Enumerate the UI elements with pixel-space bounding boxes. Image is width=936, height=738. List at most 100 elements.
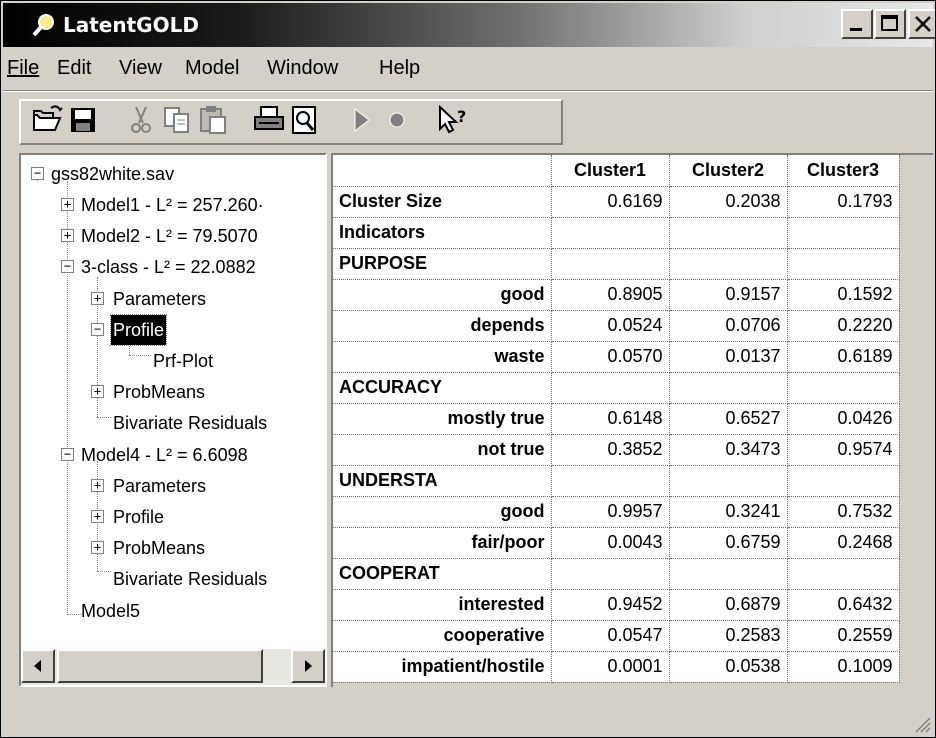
context-help-button[interactable]: ? bbox=[435, 101, 471, 139]
row-label[interactable]: mostly true bbox=[333, 403, 552, 435]
menu-view[interactable]: View bbox=[119, 55, 162, 81]
expand-icon[interactable]: + bbox=[91, 541, 104, 554]
table-cell[interactable]: 0.9157 bbox=[669, 279, 788, 311]
column-header[interactable]: Cluster1 bbox=[551, 155, 670, 187]
table-cell[interactable]: 0.6189 bbox=[787, 341, 900, 373]
table-cell[interactable] bbox=[551, 465, 670, 497]
table-cell[interactable]: 0.8905 bbox=[551, 279, 670, 311]
row-label[interactable]: good bbox=[333, 279, 552, 311]
expand-icon[interactable]: + bbox=[61, 198, 74, 211]
table-cell[interactable]: 0.0538 bbox=[669, 651, 788, 683]
resize-grip-icon[interactable] bbox=[911, 713, 931, 733]
column-header[interactable]: Cluster2 bbox=[669, 155, 788, 187]
table-cell[interactable] bbox=[787, 248, 900, 280]
tree-node-model4-profile[interactable]: + Profile bbox=[21, 502, 321, 532]
table-cell[interactable]: 0.0706 bbox=[669, 310, 788, 342]
collapse-icon[interactable]: − bbox=[91, 323, 104, 336]
collapse-icon[interactable]: − bbox=[61, 260, 74, 273]
open-button[interactable] bbox=[29, 101, 65, 139]
tree-node-3class-profile[interactable]: − Profile bbox=[21, 314, 321, 346]
tree-horizontal-scrollbar[interactable] bbox=[21, 649, 325, 685]
table-cell[interactable]: 0.0426 bbox=[787, 403, 900, 435]
table-cell[interactable] bbox=[669, 372, 788, 404]
row-label[interactable]: fair/poor bbox=[333, 527, 552, 559]
tree-node-3class[interactable]: − 3-class - L² = 22.0882 bbox=[21, 252, 321, 282]
table-cell[interactable]: 0.3473 bbox=[669, 434, 788, 466]
scroll-right-button[interactable] bbox=[291, 649, 325, 683]
table-cell[interactable]: 0.0524 bbox=[551, 310, 670, 342]
row-label[interactable]: PURPOSE bbox=[333, 248, 552, 280]
menu-edit[interactable]: Edit bbox=[57, 55, 91, 81]
table-cell[interactable] bbox=[787, 465, 900, 497]
table-cell[interactable]: 0.3852 bbox=[551, 434, 670, 466]
table-cell[interactable]: 0.2038 bbox=[669, 186, 788, 218]
table-cell[interactable]: 0.2559 bbox=[787, 620, 900, 652]
table-cell[interactable]: 0.6527 bbox=[669, 403, 788, 435]
run-button[interactable] bbox=[343, 101, 379, 139]
model-tree[interactable]: − gss82white.sav + Model1 - L² = 257.260… bbox=[19, 153, 327, 687]
tree-node-model4-bivariate[interactable]: Bivariate Residuals bbox=[21, 564, 321, 594]
tree-node-3class-parameters[interactable]: + Parameters bbox=[21, 284, 321, 314]
table-cell[interactable]: 0.6879 bbox=[669, 589, 788, 621]
row-label[interactable]: not true bbox=[333, 434, 552, 466]
row-label[interactable]: interested bbox=[333, 589, 552, 621]
expand-icon[interactable]: + bbox=[61, 229, 74, 242]
table-cell[interactable]: 0.1793 bbox=[787, 186, 900, 218]
expand-icon[interactable]: + bbox=[91, 479, 104, 492]
table-cell[interactable] bbox=[551, 248, 670, 280]
table-cell[interactable] bbox=[669, 248, 788, 280]
expand-icon[interactable]: + bbox=[91, 385, 104, 398]
title-bar[interactable]: LatentGOLD bbox=[3, 3, 935, 47]
table-cell[interactable]: 0.2583 bbox=[669, 620, 788, 652]
column-header[interactable]: Cluster3 bbox=[787, 155, 900, 187]
collapse-icon[interactable]: − bbox=[61, 448, 74, 461]
profile-grid[interactable]: Cluster1 Cluster2 Cluster3 Cluster Size 0… bbox=[331, 153, 933, 687]
row-label[interactable]: Indicators bbox=[333, 217, 552, 249]
table-cell[interactable]: 0.0001 bbox=[551, 651, 670, 683]
paste-button[interactable] bbox=[195, 101, 231, 139]
table-cell[interactable]: 0.9452 bbox=[551, 589, 670, 621]
expand-icon[interactable]: + bbox=[91, 292, 104, 305]
cut-button[interactable] bbox=[123, 101, 159, 139]
tree-node-model4[interactable]: − Model4 - L² = 6.6098 bbox=[21, 440, 321, 470]
tree-node-prf-plot[interactable]: Prf-Plot bbox=[21, 346, 321, 376]
table-cell[interactable]: 0.0570 bbox=[551, 341, 670, 373]
collapse-icon[interactable]: − bbox=[31, 167, 44, 180]
table-cell[interactable]: 0.1009 bbox=[787, 651, 900, 683]
table-cell[interactable]: 0.1592 bbox=[787, 279, 900, 311]
row-label[interactable]: cooperative bbox=[333, 620, 552, 652]
copy-button[interactable] bbox=[159, 101, 195, 139]
row-label[interactable]: depends bbox=[333, 310, 552, 342]
tree-node-3class-probmeans[interactable]: + ProbMeans bbox=[21, 377, 321, 407]
save-button[interactable] bbox=[65, 101, 101, 139]
table-cell[interactable]: 0.9957 bbox=[551, 496, 670, 528]
tree-node-model1[interactable]: + Model1 - L² = 257.260· bbox=[21, 190, 321, 220]
table-cell[interactable] bbox=[551, 558, 670, 590]
table-cell[interactable]: 0.9574 bbox=[787, 434, 900, 466]
table-cell[interactable]: 0.6759 bbox=[669, 527, 788, 559]
maximize-button[interactable] bbox=[874, 9, 906, 39]
row-label[interactable]: COOPERAT bbox=[333, 558, 552, 590]
tree-node-model4-parameters[interactable]: + Parameters bbox=[21, 471, 321, 501]
row-label[interactable]: Cluster Size bbox=[333, 186, 552, 218]
expand-icon[interactable]: + bbox=[91, 510, 104, 523]
close-button[interactable] bbox=[908, 9, 935, 39]
table-cell[interactable]: 0.0043 bbox=[551, 527, 670, 559]
table-cell[interactable] bbox=[551, 372, 670, 404]
table-cell[interactable]: 0.3241 bbox=[669, 496, 788, 528]
tree-node-3class-bivariate[interactable]: Bivariate Residuals bbox=[21, 408, 321, 438]
row-label[interactable]: impatient/hostile bbox=[333, 651, 552, 683]
menu-window[interactable]: Window bbox=[267, 55, 338, 81]
table-cell[interactable]: 0.0547 bbox=[551, 620, 670, 652]
print-preview-button[interactable] bbox=[287, 101, 323, 139]
table-cell[interactable]: 0.0137 bbox=[669, 341, 788, 373]
tree-node-model5[interactable]: Model5 bbox=[21, 596, 321, 626]
menu-model[interactable]: Model bbox=[185, 55, 239, 81]
tree-node-model4-probmeans[interactable]: + ProbMeans bbox=[21, 533, 321, 563]
table-cell[interactable] bbox=[787, 558, 900, 590]
scroll-thumb[interactable] bbox=[57, 649, 263, 683]
table-cell[interactable] bbox=[669, 465, 788, 497]
table-cell[interactable] bbox=[551, 217, 670, 249]
tree-node-dataset[interactable]: − gss82white.sav bbox=[21, 159, 321, 189]
table-cell[interactable]: 0.6148 bbox=[551, 403, 670, 435]
